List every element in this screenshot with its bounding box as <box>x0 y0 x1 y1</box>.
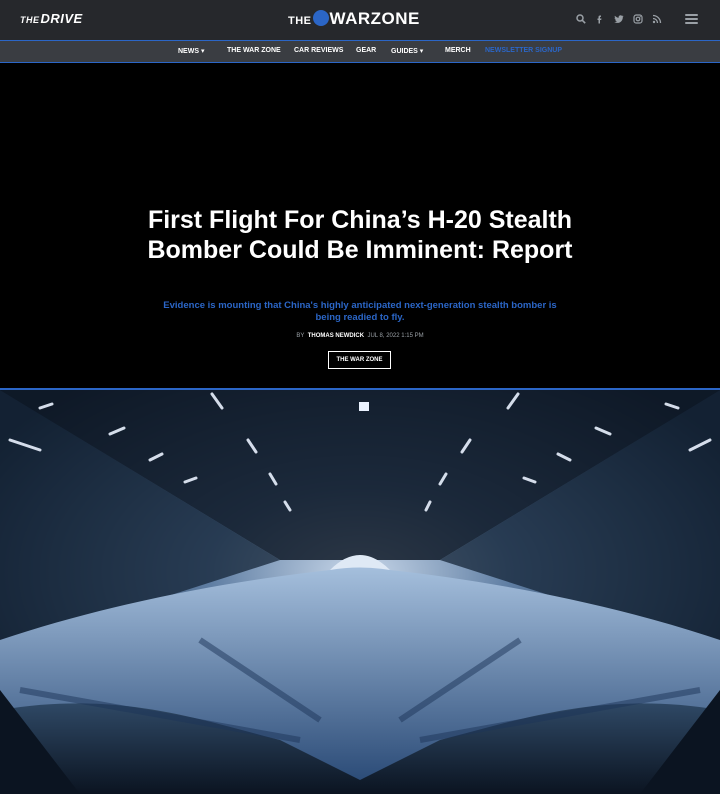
search-icon[interactable] <box>576 14 586 24</box>
author-link[interactable]: THOMAS NEWDICK <box>308 333 364 339</box>
warzone-logo[interactable]: THE WARZONE <box>288 9 420 29</box>
twitter-icon[interactable] <box>614 14 624 24</box>
nav-item-the-war-zone[interactable]: THE WAR ZONE <box>227 47 281 54</box>
byline-prefix: BY <box>296 333 305 339</box>
nav-item-merch[interactable]: MERCH <box>445 47 471 54</box>
star-icon <box>312 10 329 26</box>
warzone-logo-name: WARZONE <box>329 9 420 28</box>
article-title: First Flight For China’s H-20 Stealth Bo… <box>147 206 573 264</box>
byline: BY THOMAS NEWDICK JUL 8, 2022 1:15 PM <box>0 333 720 339</box>
nav-item-news[interactable]: NEWS ▾ <box>178 47 204 55</box>
the-drive-logo[interactable]: THEDRIVE <box>20 11 83 26</box>
nav-item-gear[interactable]: GEAR <box>356 47 376 54</box>
nav-item-guides[interactable]: GUIDES ▾ <box>391 47 423 55</box>
rss-icon[interactable] <box>652 14 662 24</box>
hero-image-h20-bomber <box>0 390 720 794</box>
drive-logo-the: THE <box>20 15 40 25</box>
menu-icon[interactable] <box>685 14 698 25</box>
drive-logo-name: DRIVE <box>40 11 83 26</box>
warzone-logo-the: THE <box>288 15 312 27</box>
instagram-icon[interactable] <box>633 14 643 24</box>
nav-item-car-reviews[interactable]: CAR REVIEWS <box>294 47 343 54</box>
article-dek: Evidence is mounting that China's highly… <box>163 300 557 323</box>
social-icons <box>576 14 662 24</box>
publish-date: JUL 8, 2022 1:15 PM <box>367 333 424 339</box>
main-nav: NEWS ▾ THE WAR ZONE CAR REVIEWS GEAR GUI… <box>0 40 720 63</box>
facebook-icon[interactable] <box>595 14 605 24</box>
nav-item-newsletter-signup[interactable]: NEWSLETTER SIGNUP <box>485 47 562 54</box>
category-tag-button[interactable]: THE WAR ZONE <box>328 351 391 369</box>
top-bar: THEDRIVE THE WARZONE <box>0 0 720 40</box>
